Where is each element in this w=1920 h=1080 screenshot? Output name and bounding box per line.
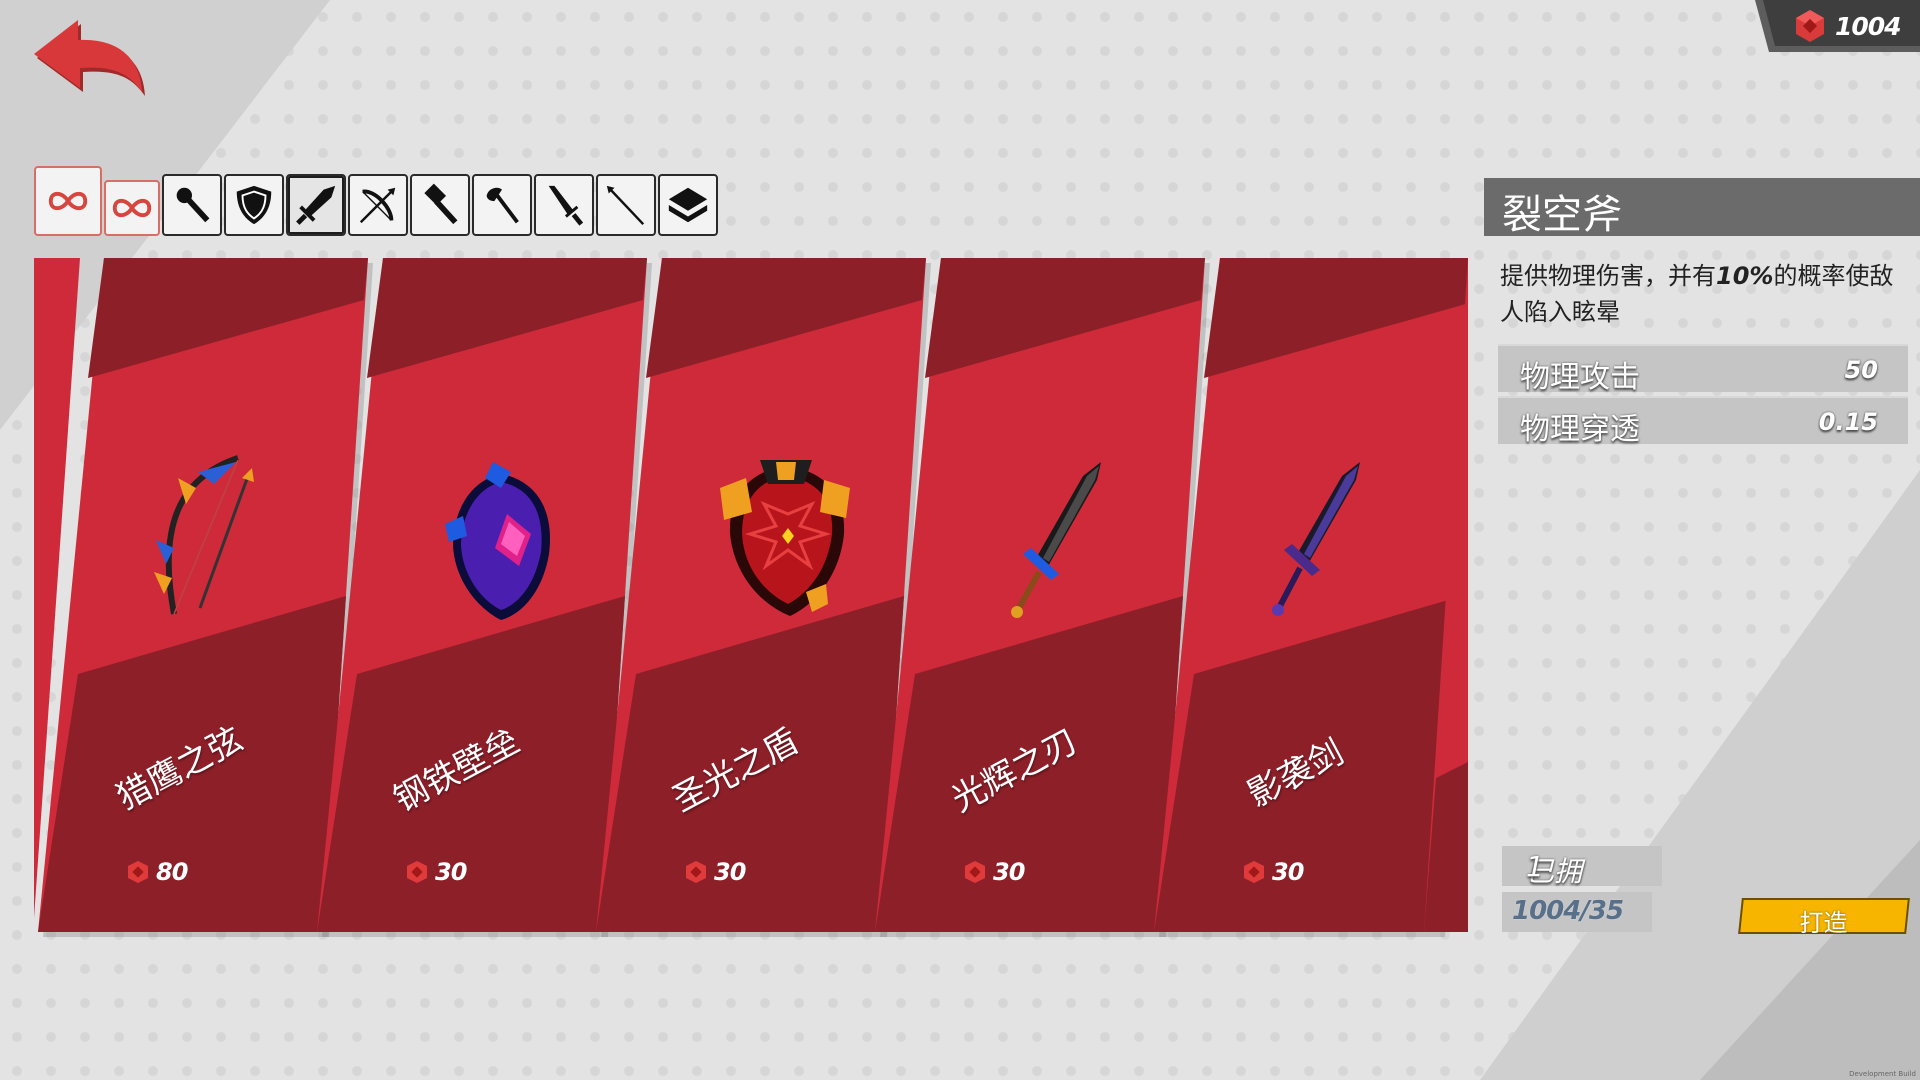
gem-icon (128, 861, 148, 883)
purple-shield-icon (445, 462, 550, 620)
currency-value: 1004 (1835, 12, 1902, 41)
filter-bow[interactable] (348, 174, 408, 236)
shadow-sword-icon (1272, 462, 1360, 616)
gem-icon (965, 861, 985, 883)
item-price-value: 30 (714, 858, 746, 886)
owned-value: 1 (1526, 850, 1544, 883)
filter-spear[interactable] (596, 174, 656, 236)
item-card-list: 猎鹰之弦 80 钢铁壁垒 30 圣光之盾 30 光辉之刃 30 影袭剑 30 (34, 258, 1468, 938)
item-price-value: 30 (435, 858, 467, 886)
item-price-value: 30 (993, 858, 1025, 886)
item-price: 80 (126, 858, 188, 886)
forge-cost-value: 1004/35 (1512, 896, 1624, 926)
filter-axe[interactable] (472, 174, 532, 236)
filter-hammer[interactable] (410, 174, 470, 236)
item-description: 提供物理伤害，并有10%的概率使敌人陷入眩晕 (1500, 258, 1905, 330)
filter-armor[interactable] (658, 174, 718, 236)
gem-icon (407, 861, 427, 883)
steel-sword-icon (1011, 462, 1101, 618)
stat-label: 物理攻击 (1520, 360, 1640, 395)
forge-button-label: 打造 (1799, 909, 1848, 937)
back-button[interactable] (28, 12, 148, 102)
stat-value: 0.15 (1818, 408, 1878, 436)
hammer-icon (424, 183, 458, 225)
stat-label: 物理穿透 (1520, 412, 1640, 447)
gem-icon (1244, 861, 1264, 883)
stat-row: 物理攻击 50 (1498, 344, 1908, 395)
weapon-filter-bar (34, 166, 718, 236)
currency-display: 1004 (1755, 0, 1920, 52)
item-price: 30 (1242, 858, 1304, 886)
staff-icon (176, 187, 210, 223)
back-arrow-icon (34, 20, 145, 96)
description-text: 提供物理伤害，并有 (1500, 262, 1716, 290)
description-highlight: 10% (1716, 262, 1774, 290)
filter-staff[interactable] (162, 174, 222, 236)
stat-value: 50 (1844, 356, 1878, 384)
filter-sword[interactable] (286, 174, 346, 236)
armor-icon (668, 187, 708, 223)
forge-button[interactable]: 打造 (1738, 898, 1910, 937)
item-price: 30 (684, 858, 746, 886)
filter-unlimited[interactable] (104, 180, 160, 236)
red-shield-icon (720, 460, 850, 616)
item-title-bar: 裂空斧 (1484, 178, 1920, 238)
card-partial-right (1424, 258, 1468, 932)
gem-icon (1796, 10, 1824, 42)
dev-build-label: Development Build (1849, 1070, 1916, 1078)
filter-shield[interactable] (224, 174, 284, 236)
gem-icon (686, 861, 706, 883)
bow-icon (154, 455, 254, 615)
axe-icon (486, 187, 519, 224)
item-price-value: 30 (1272, 858, 1304, 886)
item-price: 30 (963, 858, 1025, 886)
dagger-icon (548, 185, 584, 226)
filter-all[interactable] (34, 166, 102, 236)
infinity-icon (48, 191, 88, 211)
filter-dagger[interactable] (534, 174, 594, 236)
item-price-value: 80 (156, 858, 188, 886)
owned-count: 已拥有：1 (1502, 846, 1662, 928)
infinity-icon (112, 198, 152, 218)
sword-icon (296, 185, 336, 225)
bow-icon (359, 187, 396, 224)
item-title: 裂空斧 (1502, 192, 1622, 238)
spear-icon (606, 185, 645, 225)
stat-row: 物理穿透 0.15 (1498, 396, 1908, 447)
forge-cost: 1004/35 (1502, 892, 1652, 932)
item-price: 30 (405, 858, 467, 886)
shield-icon (236, 185, 272, 225)
